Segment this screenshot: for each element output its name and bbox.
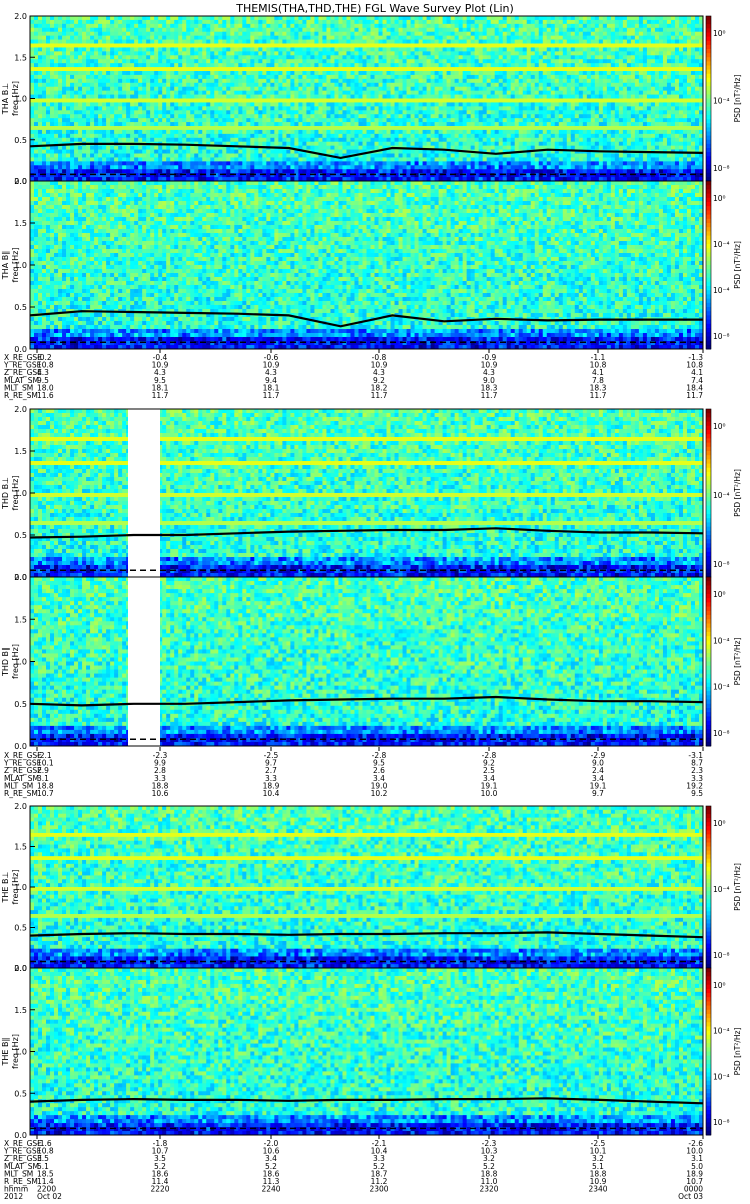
ephemeris-value: 9.7 [592,789,604,798]
y-tick-label: 1.5 [14,53,27,62]
colorbar-tick-label: 10⁻⁴ [713,636,730,645]
colorbar: 10⁰ 10⁻⁴ 10⁻⁸ PSD [nT²/Hz] [706,409,742,578]
y-axis-label: THE B⊥ [1,871,10,903]
y-axis-label: freq [Hz] [11,644,20,679]
ephemeris-value: 2340 [588,1185,607,1194]
colorbar-tick-label: 10⁻⁸ [713,560,730,569]
y-tick-label: 1.5 [14,1006,27,1015]
ephemeris-table: X_RE_GSEY_RE_GSEZ_RE_GSEMLAT_SMMLT_SMR_R… [3,349,703,400]
ephemeris-value: 2300 [369,1185,388,1194]
ephemeris-row-label: R_RE_SM [4,789,38,798]
y-tick-label: 2.0 [14,964,27,973]
y-tick-label: 2.0 [14,177,27,186]
ephemeris-value: 11.7 [481,391,498,400]
ephemeris-value: 11.6 [37,391,54,400]
ephemeris-value: 11.7 [590,391,607,400]
y-tick-label: 1.5 [14,843,27,852]
ephemeris-row-label: 2012 [4,1192,23,1200]
y-axis-label: THD B∥ [1,647,10,677]
y-axis-label: THA B⊥ [1,83,10,115]
ephemeris-value: 9.5 [691,789,703,798]
spectrogram-panel: 2.01.51.00.50.0THA B⊥ freq [Hz]10⁰10⁻⁴10⁻… [1,12,742,186]
colorbar-label: PSD [nT²/Hz] [733,469,742,517]
y-tick-label: 1.5 [14,447,27,456]
ephemeris-table: X_RE_GSEY_RE_GSEZ_RE_GSEMLAT_SMMLT_SMR_R… [3,747,703,798]
y-axis-label: freq [Hz] [11,1034,20,1069]
ephemeris-table: X_RE_GSEY_RE_GSEZ_RE_GSEMLAT_SMMLT_SMR_R… [3,1135,703,1200]
y-tick-label: 0.0 [14,742,27,751]
colorbar-label: PSD [nT²/Hz] [733,638,742,686]
y-tick-label: 2.0 [14,12,27,21]
spectrogram-panel: 2.01.51.00.50.0THD B∥ freq [Hz]10⁰10⁻⁴10⁻… [1,573,742,751]
spectrogram-panel: 2.01.51.00.50.0THD B⊥ freq [Hz]10⁰10⁻⁴10⁻… [1,405,742,582]
colorbar-tick-label: 10⁻⁸ [713,951,730,960]
colorbar-tick-label: 10⁻⁸ [713,332,730,341]
ephemeris-value: 11.7 [371,391,388,400]
y-tick-label: 0.5 [14,136,27,145]
colorbar-tick-label: 10⁻⁸ [713,1118,730,1127]
colorbar-label: PSD [nT²/Hz] [733,1028,742,1076]
colorbar-tick-label: 10⁰ [713,422,726,431]
ephemeris-value: 11.7 [263,391,280,400]
figure-title: THEMIS(THA,THD,THE) FGL Wave Survey Plot… [235,2,514,15]
colorbar-tick-label: 10⁰ [713,29,726,38]
y-tick-label: 0.5 [14,924,27,933]
ephemeris-value: 10.0 [481,789,498,798]
ephemeris-value: 2220 [150,1185,169,1194]
spectrogram-figure: THEMIS(THA,THD,THE) FGL Wave Survey Plot… [0,0,750,1200]
ephemeris-value: 10.4 [263,789,280,798]
y-axis-label: freq [Hz] [11,476,20,511]
colorbar-label: PSD [nT²/Hz] [733,863,742,911]
y-axis-label: freq [Hz] [11,81,20,116]
y-tick-label: 2.0 [14,573,27,582]
y-tick-label: 0.5 [14,1089,27,1098]
colorbar-tick-label: 10⁻⁴ [713,240,730,249]
colorbar-tick-label: 10⁻⁴ [713,885,730,894]
colorbar-tick-label: 10⁻⁴ [713,286,730,295]
y-axis-label: freq [Hz] [11,248,20,283]
colorbar-tick-label: 10⁻⁸ [713,164,730,173]
y-tick-label: 2.0 [14,405,27,414]
spectrogram-panel: 2.01.51.00.50.0THE B∥ freq [Hz]10⁰10⁻⁴10⁻… [1,964,742,1140]
ephemeris-value: 11.7 [686,391,703,400]
colorbar-label: PSD [nT²/Hz] [733,75,742,123]
colorbar-tick-label: 10⁰ [713,819,726,828]
y-tick-label: 0.5 [14,303,27,312]
colorbar: 10⁰ 10⁻⁴ 10⁻⁸ PSD [nT²/Hz] [706,806,742,969]
ephemeris-value: 11.7 [152,391,169,400]
y-axis-label: THA B∥ [1,251,10,280]
colorbar: 10⁰ 10⁻⁴ 10⁻⁴ 10⁻⁸ PSD [nT²/Hz] [706,181,742,350]
colorbar-label: PSD [nT²/Hz] [733,241,742,289]
y-tick-label: 1.5 [14,219,27,228]
colorbar-tick-label: 10⁰ [713,590,726,599]
y-tick-label: 0.5 [14,531,27,540]
y-tick-label: 2.0 [14,802,27,811]
colorbar: 10⁰ 10⁻⁴ 10⁻⁴ 10⁻⁸ PSD [nT²/Hz] [706,577,742,746]
ephemeris-value: 2240 [261,1185,280,1194]
colorbar-tick-label: 10⁻⁴ [713,491,730,500]
ephemeris-value: Oct 03 [678,1192,703,1200]
y-axis-label: THD B⊥ [1,477,10,510]
y-axis-label: freq [Hz] [11,870,20,905]
spectrogram-panel: 2.01.51.00.50.0THE B⊥ freq [Hz]10⁰10⁻⁴10⁻… [1,802,742,973]
colorbar-tick-label: 10⁻⁴ [713,683,730,692]
colorbar-tick-label: 10⁰ [713,194,726,203]
ephemeris-value: 10.6 [152,789,169,798]
ephemeris-value: Oct 02 [37,1192,62,1200]
ephemeris-value: 10.2 [371,789,388,798]
y-tick-label: 1.5 [14,615,27,624]
colorbar-tick-label: 10⁻⁴ [713,1072,730,1081]
colorbar: 10⁰ 10⁻⁴ 10⁻⁸ PSD [nT²/Hz] [706,16,742,182]
spectrogram-panel: 2.01.51.00.50.0THA B∥ freq [Hz]10⁰10⁻⁴10⁻… [1,177,742,354]
ephemeris-value: 2320 [479,1185,498,1194]
colorbar-tick-label: 10⁻⁴ [713,1027,730,1036]
y-axis-label: THE B∥ [1,1038,10,1067]
ephemeris-value: 10.7 [37,789,54,798]
colorbar-tick-label: 10⁻⁴ [713,97,730,106]
colorbar-tick-label: 10⁻⁸ [713,729,730,738]
colorbar-tick-label: 10⁰ [713,981,726,990]
ephemeris-row-label: R_RE_SM [4,391,38,400]
y-tick-label: 0.5 [14,700,27,709]
colorbar: 10⁰ 10⁻⁴ 10⁻⁴ 10⁻⁸ PSD [nT²/Hz] [706,968,742,1136]
